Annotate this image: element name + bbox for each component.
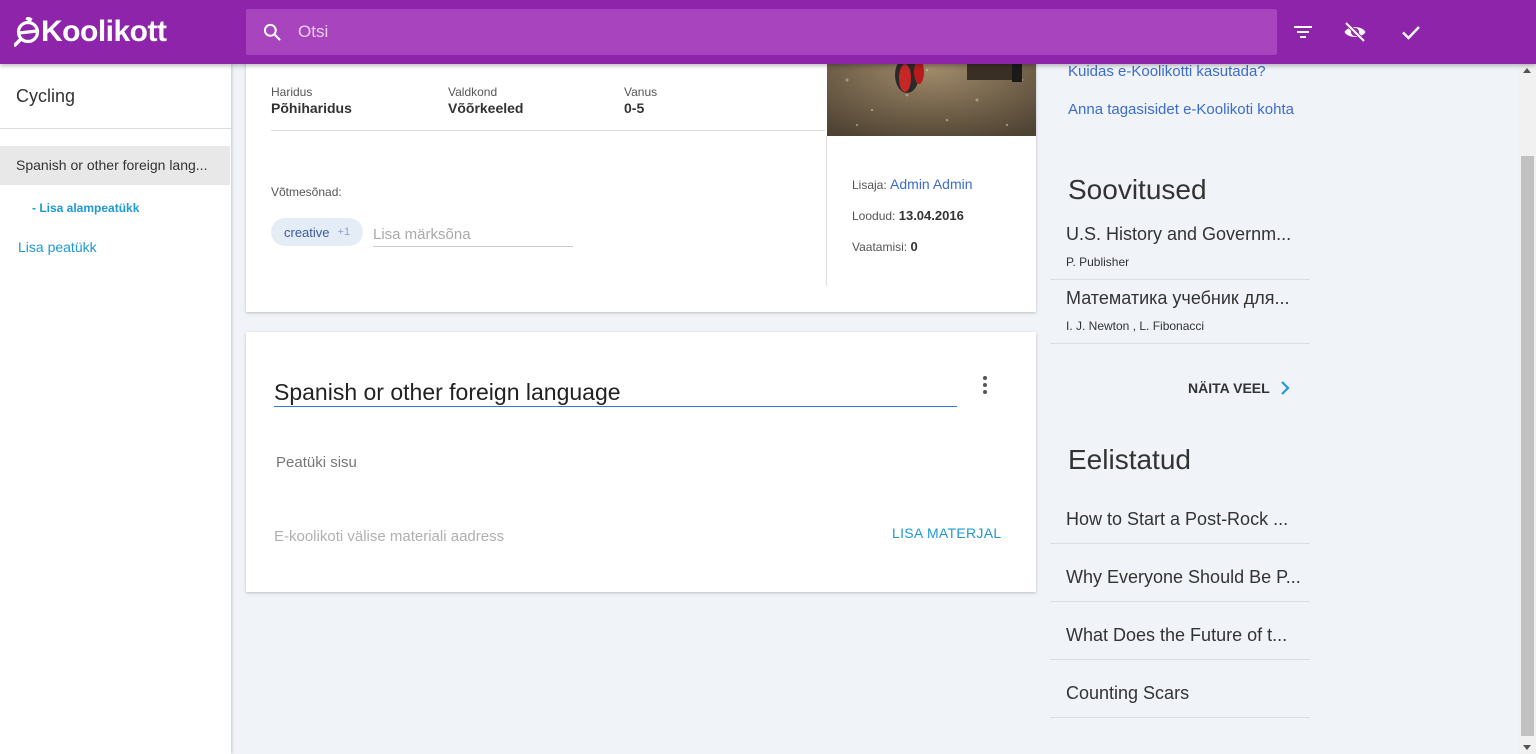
logo-e-icon [13, 15, 40, 47]
chevron-right-icon [1280, 381, 1290, 395]
recommendation-title: U.S. History and Governm... [1066, 224, 1292, 244]
keywords-label: Võtmesõnad: [271, 185, 342, 199]
add-subchapter-link[interactable]: - Lisa alampeatükk [32, 201, 139, 215]
scroll-up-arrow-icon[interactable] [1523, 68, 1531, 73]
recommendation-author: P. Publisher [1066, 255, 1130, 269]
views-row: Vaatamisi: 0 [852, 239, 918, 254]
show-more-label: NÄITA VEEL [1188, 380, 1270, 396]
age-value: 0-5 [624, 100, 645, 116]
sidebar-divider [0, 128, 231, 129]
show-more-button[interactable]: NÄITA VEEL [1188, 380, 1290, 396]
search-bar[interactable] [246, 9, 1277, 55]
ekoolikott-logo[interactable]: Koolikott [13, 12, 167, 52]
top-app-bar: Koolikott [0, 0, 1536, 64]
scroll-down-arrow-icon[interactable] [1523, 745, 1531, 750]
add-keyword-input[interactable] [373, 223, 573, 247]
keyword-chip[interactable]: creative +1 [271, 218, 364, 246]
logo-text: Koolikott [41, 15, 167, 48]
views-count: 0 [910, 239, 918, 254]
chapter-title-input[interactable]: Spanish or other foreign language [274, 380, 957, 407]
education-value: Põhiharidus [271, 100, 352, 116]
recommendation-item[interactable]: Математика учебник для... I. J. Newton ,… [1050, 280, 1310, 344]
scrollbar-thumb[interactable] [1521, 156, 1534, 736]
added-by-label: Lisaja: [852, 178, 887, 192]
preferred-title: Counting Scars [1066, 683, 1190, 703]
meta-vertical-divider [826, 136, 827, 286]
author-link[interactable]: Admin Admin [890, 176, 972, 192]
preferred-item[interactable]: Counting Scars [1050, 660, 1310, 718]
preferred-item[interactable]: Why Everyone Should Be P... [1050, 544, 1310, 602]
created-row: Loodud: 13.04.2016 [852, 208, 964, 223]
chapter-sidebar: Cycling Spanish or other foreign lang...… [0, 64, 231, 754]
help-link[interactable]: Kuidas e-Koolikotti kasutada? [1068, 63, 1266, 81]
meta-divider [271, 130, 825, 131]
keyword-chip-more[interactable]: +1 [338, 226, 351, 238]
added-by-row: Lisaja: Admin Admin [852, 176, 973, 192]
preferred-item[interactable]: How to Start a Post-Rock ... [1050, 486, 1310, 544]
created-label: Loodud: [852, 209, 896, 223]
education-label: Haridus [271, 85, 313, 99]
preferred-title: How to Start a Post-Rock ... [1066, 509, 1289, 529]
domain-label: Valdkond [448, 85, 498, 99]
page-scrollbar[interactable] [1519, 64, 1536, 754]
search-input[interactable] [298, 9, 1258, 55]
check-icon[interactable] [1399, 20, 1423, 44]
preferred-item[interactable]: What Does the Future of t... [1050, 602, 1310, 660]
created-date: 13.04.2016 [898, 208, 964, 223]
add-material-button[interactable]: LISA MATERJAL [892, 525, 1001, 541]
domain-value: Võõrkeeled [448, 100, 524, 116]
material-url-input[interactable] [274, 524, 834, 548]
hidden-eye-icon[interactable] [1343, 20, 1367, 44]
feedback-link[interactable]: Anna tagasisidet e-Koolikoti kohta [1068, 101, 1298, 119]
add-chapter-link[interactable]: Lisa peatükk [18, 239, 97, 255]
portfolio-summary-card: Haridus Põhiharidus Valdkond Võõrkeeled … [246, 40, 1036, 312]
age-label: Vanus [624, 85, 658, 99]
filter-icon[interactable] [1291, 20, 1315, 44]
portfolio-title: Cycling [16, 86, 76, 106]
chapter-editor-card: Spanish or other foreign language Peatük… [246, 332, 1036, 592]
preferred-heading: Eelistatud [1068, 444, 1191, 475]
more-vert-icon[interactable] [979, 376, 991, 396]
chapter-content-placeholder[interactable]: Peatüki sisu [276, 454, 357, 471]
recommendation-item[interactable]: U.S. History and Governm... P. Publisher [1050, 214, 1310, 280]
recommendations-heading: Soovitused [1068, 174, 1207, 205]
preferred-title: Why Everyone Should Be P... [1066, 567, 1301, 587]
sidebar-item-chapter[interactable]: Spanish or other foreign lang... [0, 146, 230, 185]
keyword-chip-label: creative [284, 224, 330, 240]
recommendation-title: Математика учебник для... [1066, 288, 1290, 308]
sidebar-item-label: Spanish or other foreign lang... [16, 157, 208, 173]
views-label: Vaatamisi: [852, 240, 908, 254]
preferred-title: What Does the Future of t... [1066, 625, 1288, 645]
search-icon [263, 23, 281, 41]
recommendation-author: I. J. Newton , L. Fibonacci [1066, 319, 1205, 333]
